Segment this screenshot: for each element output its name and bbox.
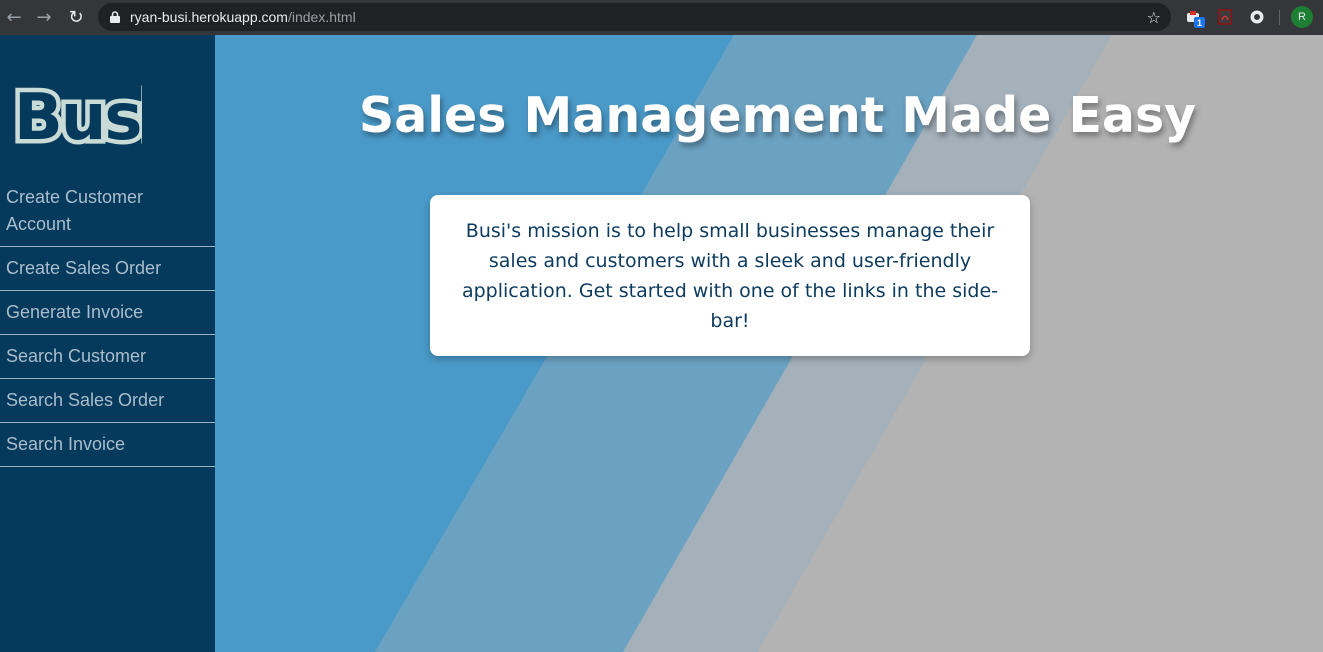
reload-icon[interactable]: ↻ (62, 3, 90, 31)
sidebar-item-generate-invoice[interactable]: Generate Invoice (0, 291, 215, 335)
browser-toolbar: ← → ↻ ryan-busi.herokuapp.com/index.html… (0, 0, 1323, 35)
sidebar-item-search-invoice[interactable]: Search Invoice (0, 423, 215, 467)
mission-text: Busi's mission is to help small business… (461, 220, 999, 332)
back-arrow-icon[interactable]: ← (0, 3, 28, 31)
sidebar-item-search-sales-order[interactable]: Search Sales Order (0, 379, 215, 423)
sidebar-item-search-customer[interactable]: Search Customer (0, 335, 215, 379)
lock-icon (110, 11, 120, 23)
mission-card: Busi's mission is to help small business… (430, 195, 1030, 356)
extension-badge: 1 (1194, 17, 1205, 28)
busi-logo[interactable]: Busi (10, 77, 167, 160)
forward-arrow-icon[interactable]: → (30, 3, 58, 31)
address-bar[interactable]: ryan-busi.herokuapp.com/index.html ☆ (98, 3, 1171, 31)
circle-extension-icon[interactable] (1247, 7, 1267, 27)
sidebar-menu: Create Customer Account Create Sales Ord… (0, 183, 215, 467)
main-content: Sales Management Made Easy Busi's missio… (215, 35, 1323, 652)
profile-avatar[interactable]: R (1291, 6, 1313, 28)
sidebar-item-create-sales-order[interactable]: Create Sales Order (0, 247, 215, 291)
pdf-extension-icon[interactable] (1215, 7, 1235, 27)
url-text: ryan-busi.herokuapp.com/index.html (130, 9, 356, 25)
svg-text:Busi: Busi (14, 81, 142, 149)
sidebar: Busi Create Customer Account Create Sale… (0, 35, 215, 652)
sidebar-item-create-customer-account[interactable]: Create Customer Account (0, 183, 215, 247)
bookmark-star-icon[interactable]: ☆ (1147, 8, 1161, 27)
page-title: Sales Management Made Easy (358, 87, 1197, 144)
toolbar-divider (1279, 10, 1280, 25)
